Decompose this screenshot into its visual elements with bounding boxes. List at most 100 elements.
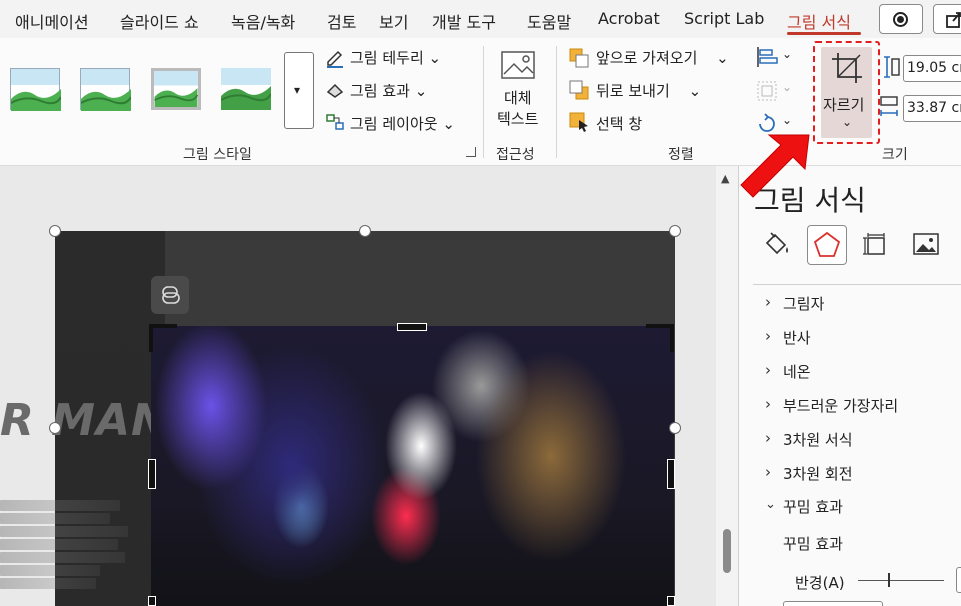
picture-layout-label: 그림 레이아웃 [350, 115, 438, 133]
crop-handle-top[interactable] [397, 323, 427, 331]
size-properties-icon [863, 233, 885, 255]
chevron-right-icon: › [765, 361, 771, 379]
tab-size-properties[interactable] [857, 225, 897, 265]
alt-text-icon [501, 51, 535, 79]
selection-pane-icon [569, 112, 588, 132]
crop-handle-bottom-right[interactable] [667, 596, 675, 606]
tab-picture-format[interactable]: 그림 서식 [787, 9, 851, 33]
pentagon-effects-icon [813, 231, 841, 257]
picture-layout-icon [326, 114, 344, 130]
artistic-effects-gallery-label[interactable]: 꾸밈 효과 [783, 533, 843, 554]
landscape-icon [10, 89, 62, 111]
picture-style-4[interactable] [220, 68, 272, 110]
section-3d-rotation-label: 3차원 회전 [783, 465, 853, 483]
chevron-right-icon: › [765, 429, 771, 447]
crop-handle-right[interactable] [667, 459, 675, 489]
selected-picture[interactable] [151, 326, 674, 606]
crop-handle-left[interactable] [148, 459, 156, 489]
crop-handle-top-right[interactable] [646, 324, 674, 352]
picture-effects-icon [326, 83, 344, 98]
align-icon [757, 47, 778, 67]
group-divider [483, 46, 484, 158]
picture-effects-label: 그림 효과 [350, 82, 410, 100]
alt-text-button[interactable]: 대체 텍스트 [494, 50, 544, 130]
chevron-right-icon: › [765, 395, 771, 413]
send-backward-button[interactable]: 뒤로 보내기 ⌄ [596, 80, 701, 101]
picture-style-2[interactable] [80, 68, 132, 111]
rotate-dropdown-chevron[interactable]: ⌄ [782, 113, 792, 127]
bring-forward-icon [569, 48, 589, 68]
tab-animations[interactable]: 애니메이션 [15, 9, 89, 33]
width-input[interactable]: 33.87 cm [903, 95, 961, 122]
group-label-picture-styles: 그림 스타일 [183, 147, 252, 163]
section-3d-rotation[interactable]: › 3차원 회전 [765, 463, 955, 485]
artistic-effect-dropdown[interactable] [783, 601, 883, 606]
tab-recording[interactable]: 녹음/녹화 [231, 9, 295, 33]
tab-picture[interactable] [907, 225, 947, 265]
crop-handle-bottom-left[interactable] [148, 596, 156, 606]
align-dropdown-chevron[interactable]: ⌄ [782, 47, 792, 61]
radius-slider-thumb[interactable] [888, 573, 890, 587]
gallery-more-button[interactable]: ▾ [284, 52, 314, 129]
section-artistic-effects-label: 꾸밈 효과 [783, 498, 843, 516]
section-3d-format[interactable]: › 3차원 서식 [765, 429, 955, 451]
group-divider [556, 46, 557, 158]
section-glow[interactable]: › 네온 [765, 361, 955, 383]
tab-slideshow[interactable]: 슬라이드 쇼 [120, 9, 199, 33]
selection-pane-button[interactable]: 선택 창 [596, 113, 642, 134]
section-reflection[interactable]: › 반사 [765, 327, 955, 349]
resize-handle-top-left[interactable] [49, 225, 61, 237]
share-button[interactable] [933, 4, 961, 34]
resize-handle-right[interactable] [669, 422, 681, 434]
record-button[interactable] [879, 4, 923, 34]
section-3d-format-label: 3차원 서식 [783, 431, 853, 449]
crop-label: 자르기 [823, 96, 865, 114]
ribbon-tabs: 애니메이션 슬라이드 쇼 녹음/녹화 검토 보기 개발 도구 도움말 Acrob… [0, 0, 961, 38]
section-artistic-effects[interactable]: ⌄ 꾸밈 효과 [765, 496, 955, 518]
tab-script-lab[interactable]: Script Lab [684, 9, 764, 28]
group-label-accessibility: 접근성 [496, 147, 535, 163]
resize-handle-top-right[interactable] [669, 225, 681, 237]
picture-style-1[interactable] [10, 68, 62, 111]
tab-acrobat[interactable]: Acrobat [598, 9, 660, 28]
tab-effects[interactable] [807, 225, 847, 265]
pane-divider [753, 284, 961, 285]
tab-help[interactable]: 도움말 [527, 9, 571, 33]
radius-slider-track[interactable] [858, 580, 944, 581]
scroll-up-icon[interactable]: ▲ [721, 172, 729, 185]
section-soft-edges[interactable]: › 부드러운 가장자리 [765, 395, 955, 417]
crop-button[interactable]: 자르기 ⌄ [821, 47, 872, 138]
crop-handle-top-left[interactable] [149, 324, 177, 352]
picture-style-3[interactable] [151, 68, 201, 110]
tab-developer[interactable]: 개발 도구 [432, 9, 496, 33]
dialog-launcher-icon[interactable] [466, 147, 476, 157]
scroll-thumb[interactable] [723, 529, 731, 573]
group-dropdown-chevron[interactable]: ⌄ [782, 80, 792, 94]
bring-forward-label: 앞으로 가져오기 [596, 49, 698, 67]
send-backward-label: 뒤로 보내기 [596, 82, 670, 100]
chevron-right-icon: › [765, 463, 771, 481]
height-input[interactable]: 19.05 cm [903, 55, 961, 82]
red-annotation-arrow-icon [740, 134, 810, 198]
copilot-button[interactable] [151, 276, 189, 314]
picture-layout-button[interactable]: 그림 레이아웃 ⌄ [350, 113, 455, 134]
radius-spin-input[interactable] [956, 567, 961, 593]
pencil-border-icon [327, 50, 343, 68]
active-tab-indicator [787, 32, 861, 35]
section-shadow[interactable]: › 그림자 [765, 293, 955, 315]
tab-review[interactable]: 검토 [327, 9, 356, 33]
share-icon [946, 12, 961, 28]
bring-forward-button[interactable]: 앞으로 가져오기 ⌄ [596, 47, 729, 68]
landscape-icon [220, 86, 272, 110]
resize-handle-left[interactable] [49, 422, 61, 434]
chevron-right-icon: › [765, 293, 771, 311]
chevron-down-icon: ▾ [294, 83, 301, 97]
vertical-scrollbar[interactable]: ▲ [716, 166, 738, 606]
copilot-icon [162, 286, 180, 304]
tab-view[interactable]: 보기 [379, 9, 408, 33]
picture-effects-button[interactable]: 그림 효과 ⌄ [350, 80, 427, 101]
picture-border-button[interactable]: 그림 테두리 ⌄ [350, 47, 441, 68]
resize-handle-top[interactable] [359, 225, 371, 237]
format-picture-pane: 그림 서식 › 그림자 › 반사 › 네온 › 부드러운 가장자리 › 3차원 … [738, 166, 961, 606]
tab-fill-line[interactable] [757, 225, 797, 265]
